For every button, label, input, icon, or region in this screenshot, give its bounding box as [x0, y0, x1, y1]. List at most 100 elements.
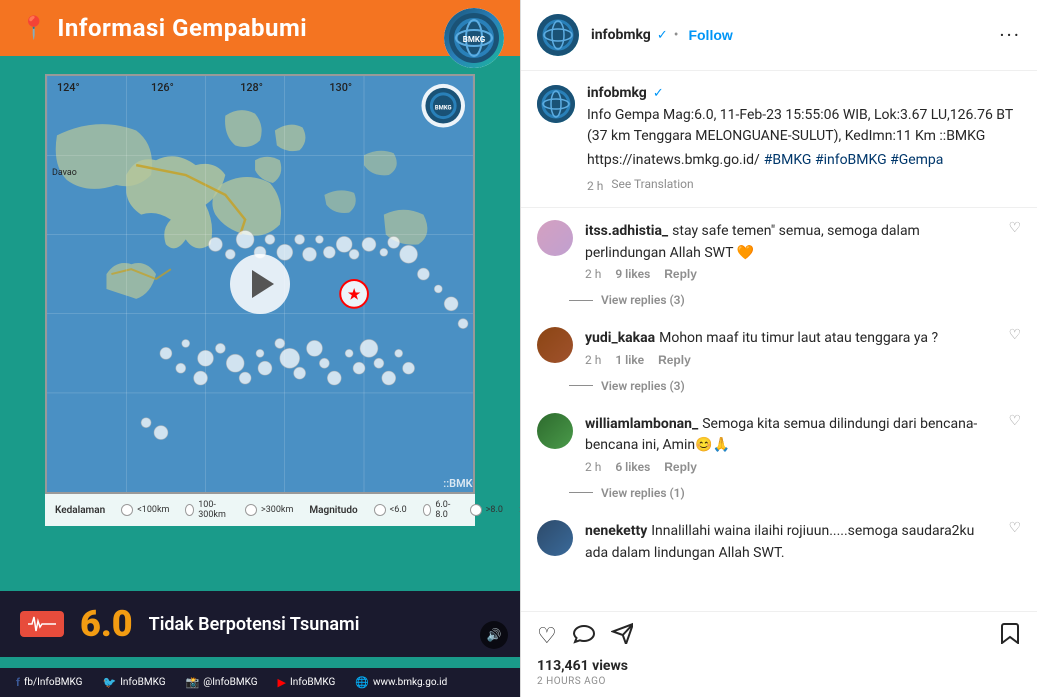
svg-text:::BMKG: ::BMKG [443, 477, 473, 490]
youtube-link: ▶ InfoBMKG [278, 676, 336, 689]
depth-label: Kedalaman [55, 505, 105, 516]
svg-text:126°: 126° [151, 81, 174, 94]
right-panel: infobmkg ✓ • Follow ··· infobmkg ✓ Info … [520, 0, 1037, 697]
svg-text:124°: 124° [57, 81, 80, 94]
replies-line-2 [569, 385, 593, 386]
svg-text:130°: 130° [329, 81, 352, 94]
comment-time-1: 2 h [585, 267, 601, 281]
header-avatar [537, 14, 579, 56]
legend-item-3: >300km [245, 504, 293, 516]
views-count: 113,461 views [537, 658, 1021, 674]
comment-body-1: itss.adhistia_ stay safe temen" semua, s… [585, 220, 996, 281]
view-replies-2[interactable]: View replies (3) [569, 379, 1037, 393]
earthquake-map: 124° 126° 128° 130° Davao [45, 74, 475, 494]
tsunami-status: Tidak Berpotensi Tsunami [149, 614, 360, 635]
like-button[interactable]: ♡ [537, 624, 557, 649]
legend-circle-6 [470, 504, 482, 516]
caption-verified: ✓ [653, 86, 664, 101]
comment-button[interactable] [573, 622, 595, 650]
legend-circle-5 [423, 504, 432, 516]
comment-username-4: neneketty [585, 523, 647, 539]
comment-time-2: 2 h [585, 353, 601, 367]
post-image-panel: 📍 Informasi Gempabumi BMKG [0, 0, 520, 697]
youtube-icon: ▶ [278, 676, 286, 689]
fb-icon: f [16, 676, 20, 689]
legend-circle-4 [374, 504, 386, 516]
comments-section: itss.adhistia_ stay safe temen" semua, s… [521, 208, 1037, 611]
legend-label-6: >8.0 [486, 505, 503, 515]
more-options-button[interactable]: ··· [999, 23, 1021, 47]
twitter-icon: 🐦 [102, 676, 116, 689]
comment-username-1: itss.adhistia_ [585, 223, 668, 239]
action-bar: ♡ 113,461 views 2 HOURS AGO [521, 611, 1037, 697]
comment-text-2: yudi_kakaa Mohon maaf itu timur laut ata… [585, 327, 996, 349]
share-button[interactable] [611, 622, 633, 650]
caption-link: https://inatews.bmkg.go.id/ [587, 152, 760, 168]
legend-label-3: >300km [261, 505, 293, 515]
comment-body-4: neneketty Innalillahi waina ilaihi rojiu… [585, 520, 996, 563]
comment-meta-3: 2 h 6 likes Reply [585, 460, 996, 474]
info-banner: 📍 Informasi Gempabumi BMKG [0, 0, 520, 56]
save-button[interactable] [999, 622, 1021, 650]
banner-title: Informasi Gempabumi [57, 14, 307, 42]
bmkg-credit: ::BMKG [519, 505, 520, 515]
instagram-icon: 📸 [186, 676, 200, 689]
reply-button-2[interactable]: Reply [658, 353, 691, 367]
caption-body: Info Gempa Mag:6.0, 11-Feb-23 15:55:06 W… [587, 105, 1021, 147]
comment-content-2: Mohon maaf itu timur laut atau tenggara … [659, 330, 938, 346]
reply-button-1[interactable]: Reply [664, 267, 697, 281]
reply-button-3[interactable]: Reply [664, 460, 697, 474]
volume-button[interactable]: 🔊 [480, 621, 508, 649]
like-icon-2[interactable]: ♡ [1008, 327, 1021, 343]
like-icon-4[interactable]: ♡ [1008, 520, 1021, 536]
comment-item-3: williamlambonan_ Semoga kita semua dilin… [521, 401, 1037, 486]
comment-meta-1: 2 h 9 likes Reply [585, 267, 996, 281]
twitter-link: 🐦 InfoBMKG [102, 676, 165, 689]
svg-text:128°: 128° [240, 81, 263, 94]
youtube-label: InfoBMKG [290, 677, 335, 688]
view-replies-3[interactable]: View replies (1) [569, 486, 1037, 500]
caption-section: infobmkg ✓ Info Gempa Mag:6.0, 11-Feb-23… [521, 71, 1037, 208]
like-icon-3[interactable]: ♡ [1008, 413, 1021, 429]
see-translation-link[interactable]: See Translation [611, 177, 693, 191]
website-link: 🌐 www.bmkg.go.id [355, 676, 447, 689]
legend-item-2: 100-300km [185, 500, 229, 520]
comment-body-2: yudi_kakaa Mohon maaf itu timur laut ata… [585, 327, 996, 367]
legend-label-5: 6.0-8.0 [435, 500, 453, 520]
comment-text-1: itss.adhistia_ stay safe temen" semua, s… [585, 220, 996, 263]
comment-meta-2: 2 h 1 like Reply [585, 353, 996, 367]
play-button[interactable] [230, 254, 290, 314]
comment-time-3: 2 h [585, 460, 601, 474]
replies-line-3 [569, 492, 593, 493]
legend-label-4: <6.0 [390, 505, 407, 515]
like-icon-1[interactable]: ♡ [1008, 220, 1021, 236]
magnitude-value: 6.0 [80, 603, 133, 645]
post-time-ago: 2 HOURS AGO [537, 676, 1021, 687]
legend-item-6: >8.0 [470, 504, 503, 516]
legend-circle-1 [121, 504, 133, 516]
svg-text:BMKG: BMKG [435, 105, 452, 112]
caption-username-row: infobmkg ✓ Info Gempa Mag:6.0, 11-Feb-23… [587, 85, 1021, 147]
comment-item: itss.adhistia_ stay safe temen" semua, s… [521, 208, 1037, 293]
caption-username: infobmkg [587, 85, 647, 101]
view-replies-label-3: View replies (1) [601, 486, 685, 500]
mag-label: Magnitudo [309, 505, 357, 516]
view-replies-1[interactable]: View replies (3) [569, 293, 1037, 307]
comment-body-3: williamlambonan_ Semoga kita semua dilin… [585, 413, 996, 474]
social-bar: f fb/InfoBMKG 🐦 InfoBMKG 📸 @InfoBMKG ▶ I… [0, 668, 520, 697]
header-verified-badge: ✓ [657, 28, 668, 43]
pin-icon: 📍 [20, 16, 47, 41]
web-icon: 🌐 [355, 676, 369, 689]
follow-button[interactable]: Follow [688, 27, 732, 43]
magnitude-banner: 6.0 Tidak Berpotensi Tsunami [0, 591, 520, 657]
svg-text:BMKG: BMKG [463, 35, 486, 44]
header-username: infobmkg [591, 27, 651, 43]
svg-text:Davao: Davao [52, 168, 77, 178]
comment-avatar-itss [537, 220, 573, 256]
legend-item-1: <100km [121, 504, 169, 516]
map-legend: Kedalaman <100km 100-300km >300km Magnit… [45, 494, 475, 526]
caption-content: infobmkg ✓ Info Gempa Mag:6.0, 11-Feb-23… [587, 85, 1021, 193]
caption-time: 2 h [587, 179, 603, 193]
legend-circle-2 [185, 504, 194, 516]
header-username-row: infobmkg ✓ • Follow [591, 27, 733, 43]
